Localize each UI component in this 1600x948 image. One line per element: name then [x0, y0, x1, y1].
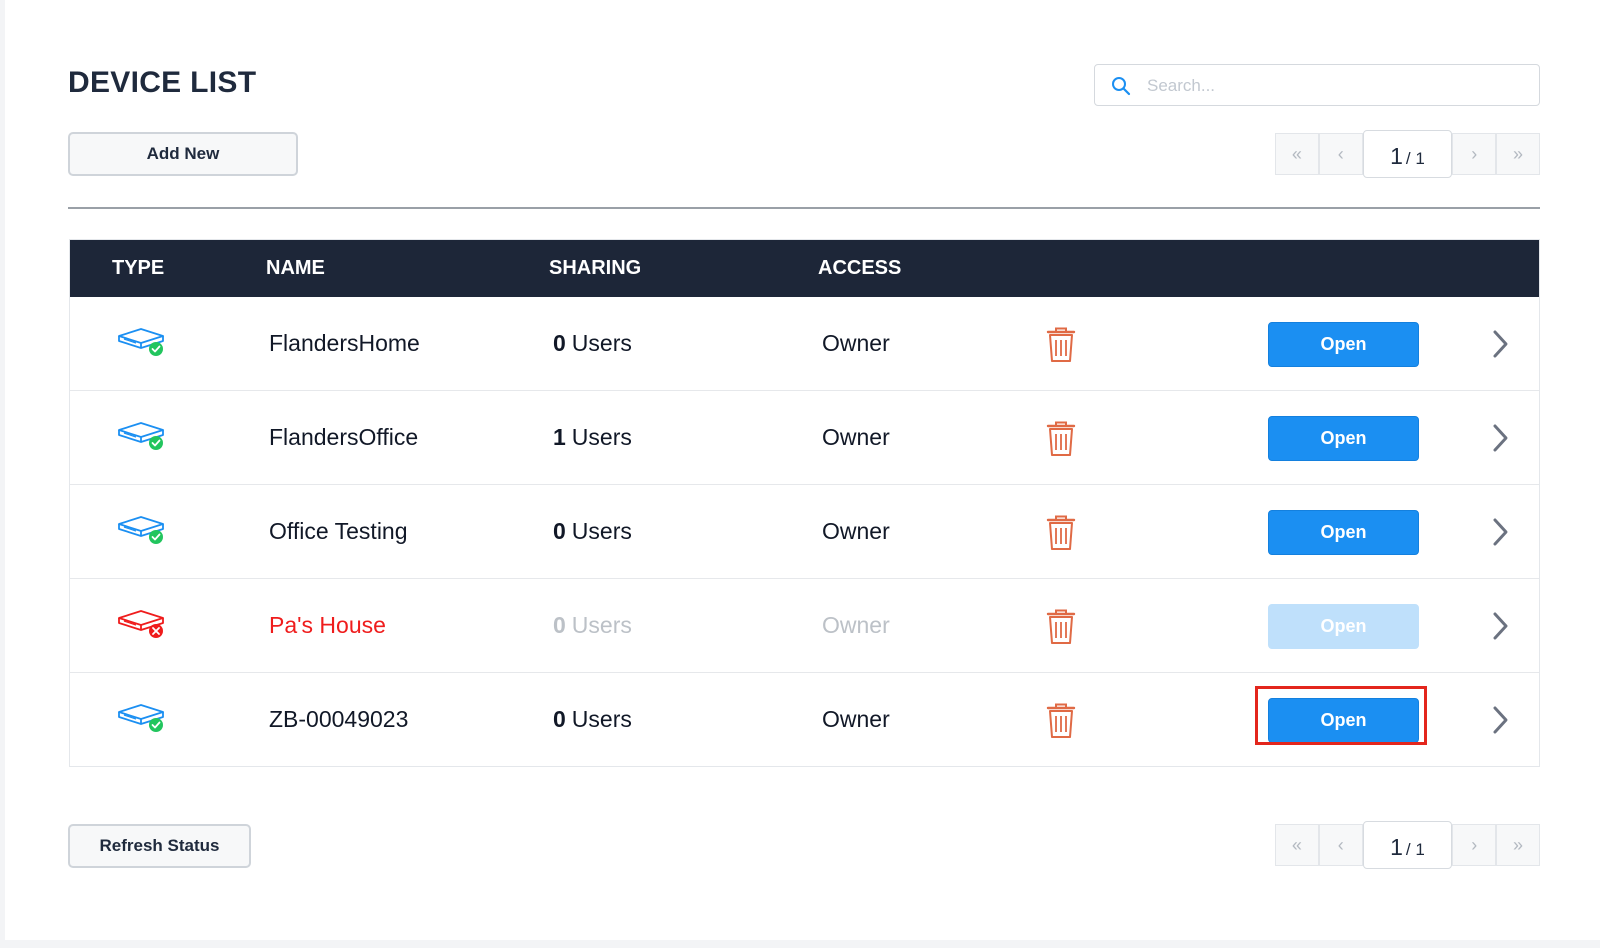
total-pages: / 1 [1405, 149, 1425, 168]
trash-icon [1046, 421, 1076, 456]
add-new-button[interactable]: Add New [68, 132, 298, 176]
access-level: Owner [822, 518, 890, 544]
pagination-bottom: « ‹ 1 / 1 › » [1275, 821, 1540, 869]
delete-device-button[interactable] [1046, 515, 1076, 557]
sharing-unit: Users [571, 424, 632, 450]
table-row: Pa's House 0 Users Owner Open [70, 578, 1539, 672]
search-box[interactable] [1094, 64, 1540, 107]
delete-device-button[interactable] [1046, 421, 1076, 463]
header-name: NAME [266, 257, 325, 279]
row-details-button[interactable] [1490, 329, 1510, 365]
sharing-count: 0 [553, 612, 566, 638]
trash-icon [1046, 515, 1076, 550]
sharing-unit: Users [571, 518, 632, 544]
sharing-count: 0 [553, 706, 566, 732]
table-row: FlandersOffice 1 Users Owner Open [70, 390, 1539, 484]
row-details-button[interactable] [1490, 517, 1510, 553]
device-type-cell [116, 512, 168, 554]
table-row: ZB-00049023 0 Users Owner Open [70, 672, 1539, 766]
header-sharing: SHARING [549, 257, 642, 279]
search-icon [1112, 77, 1131, 96]
device-table: TYPE NAME SHARING ACCESS FlandersHome 0U… [69, 239, 1540, 767]
access-level: Owner [822, 330, 890, 356]
open-device-button[interactable]: Open [1268, 698, 1419, 743]
prev-page-button[interactable]: ‹ [1318, 824, 1363, 866]
sharing-count: 0 [553, 330, 566, 356]
last-page-button[interactable]: » [1496, 133, 1540, 175]
first-page-button[interactable]: « [1275, 824, 1319, 866]
table-header: TYPE NAME SHARING ACCESS [70, 240, 1539, 297]
open-device-button[interactable]: Open [1268, 322, 1419, 367]
page-container: DEVICE LIST Add New « ‹ 1 / 1 › » TYPE N… [5, 0, 1600, 940]
table-row: FlandersHome 0 Users Owner Open [70, 297, 1539, 390]
open-device-button[interactable]: Open [1268, 416, 1419, 461]
sharing-unit: Users [571, 330, 632, 356]
device-name: Office Testing [269, 518, 408, 544]
prev-page-button[interactable]: ‹ [1318, 133, 1363, 175]
chevron-right-icon [1493, 330, 1508, 358]
device-name: FlandersHome [269, 330, 420, 356]
device-type-cell [116, 700, 168, 742]
header-divider [68, 207, 1540, 209]
chevron-right-icon [1493, 612, 1508, 640]
device-name: Pa's House [269, 612, 386, 638]
sharing-unit: Users [571, 612, 632, 638]
refresh-status-button[interactable]: Refresh Status [68, 824, 251, 868]
page-indicator[interactable]: 1 / 1 [1362, 130, 1453, 178]
total-pages: / 1 [1405, 840, 1425, 859]
row-details-button[interactable] [1490, 611, 1510, 647]
delete-device-button[interactable] [1046, 609, 1076, 651]
trash-icon [1046, 609, 1076, 644]
chevron-right-icon [1493, 424, 1508, 452]
sharing-cell: 0 Users [553, 518, 632, 545]
table-body: FlandersHome 0 Users Owner Open Flanders… [70, 297, 1539, 766]
first-page-button[interactable]: « [1275, 133, 1319, 175]
open-device-button[interactable]: Open [1268, 510, 1419, 555]
chevron-right-icon [1493, 518, 1508, 546]
next-page-button[interactable]: › [1452, 133, 1497, 175]
trash-icon [1046, 703, 1076, 738]
header-access: ACCESS [818, 257, 902, 279]
router-device-icon [118, 704, 164, 732]
sharing-cell: 1 Users [553, 424, 632, 451]
row-details-button[interactable] [1490, 705, 1510, 741]
page-indicator[interactable]: 1 / 1 [1362, 821, 1453, 869]
router-device-icon [118, 422, 164, 450]
row-details-button[interactable] [1490, 423, 1510, 459]
sharing-cell: 0 Users [553, 706, 632, 733]
header-type: TYPE [112, 257, 165, 279]
delete-device-button[interactable] [1046, 703, 1076, 745]
router-device-icon [118, 328, 164, 356]
access-level: Owner [822, 706, 890, 732]
sharing-unit: Users [571, 706, 632, 732]
search-input[interactable] [1145, 65, 1529, 107]
last-page-button[interactable]: » [1496, 824, 1540, 866]
device-name: ZB-00049023 [269, 706, 409, 732]
router-device-icon [118, 516, 164, 544]
open-device-button[interactable]: Open [1268, 604, 1419, 649]
access-level: Owner [822, 612, 890, 638]
device-type-cell [116, 324, 168, 366]
next-page-button[interactable]: › [1452, 824, 1497, 866]
sharing-count: 1 [553, 424, 566, 450]
pagination-top: « ‹ 1 / 1 › » [1275, 130, 1540, 178]
sharing-cell: 0 Users [553, 612, 632, 639]
access-level: Owner [822, 424, 890, 450]
device-type-cell [116, 606, 168, 648]
current-page: 1 [1390, 143, 1403, 169]
delete-device-button[interactable] [1046, 327, 1076, 369]
sharing-cell: 0 Users [553, 330, 632, 357]
device-name: FlandersOffice [269, 424, 419, 450]
router-device-icon [118, 610, 164, 638]
chevron-right-icon [1493, 706, 1508, 734]
table-row: Office Testing 0 Users Owner Open [70, 484, 1539, 578]
device-type-cell [116, 418, 168, 460]
current-page: 1 [1390, 834, 1403, 860]
page-title: DEVICE LIST [68, 66, 257, 99]
trash-icon [1046, 327, 1076, 362]
sharing-count: 0 [553, 518, 566, 544]
